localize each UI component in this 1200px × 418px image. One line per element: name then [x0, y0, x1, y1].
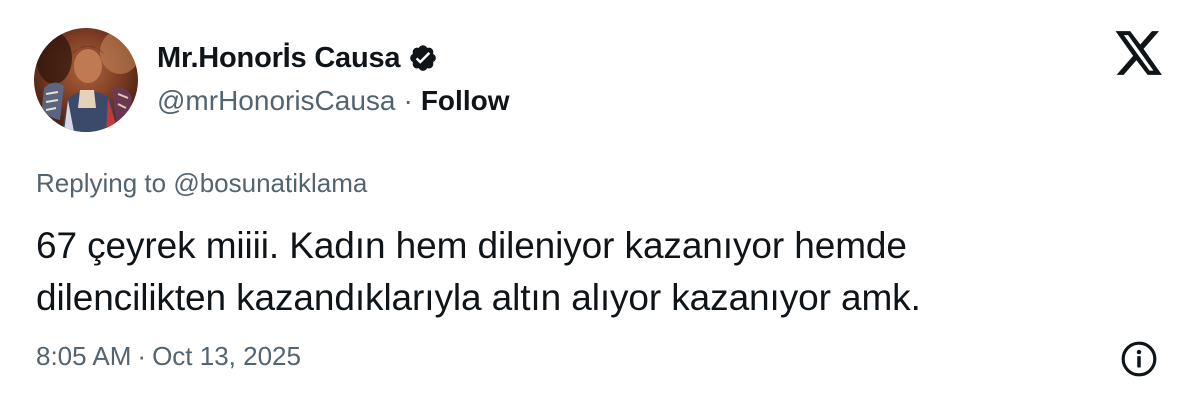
handle-separator: ·: [403, 85, 413, 116]
reply-target-link[interactable]: @bosunatiklama: [173, 168, 367, 198]
handle[interactable]: @mrHonorisCausa: [157, 85, 396, 117]
display-name-row: Mr.Honorİs Causa: [157, 38, 438, 78]
tweet-text-line: dilencilikten kazandıklarıyla altın alıy…: [36, 277, 921, 318]
info-icon[interactable]: [1120, 340, 1158, 378]
tweet-text: 67 çeyrek miiii. Kadın hem dileniyor kaz…: [36, 220, 1156, 324]
display-name[interactable]: Mr.Honorİs Causa: [157, 42, 401, 75]
follow-button[interactable]: Follow: [421, 85, 510, 117]
avatar[interactable]: [34, 28, 138, 132]
timestamp: 8:05 AM · Oct 13, 2025: [36, 341, 301, 372]
verified-badge-icon: [408, 43, 438, 73]
timestamp-separator: ·: [137, 341, 147, 371]
timestamp-date[interactable]: Oct 13, 2025: [152, 341, 301, 372]
replying-to: Replying to @bosunatiklama: [36, 168, 367, 199]
tweet-card: Mr.Honorİs Causa @mrHonorisCausa · Follo…: [0, 0, 1200, 418]
x-logo-icon[interactable]: [1114, 30, 1164, 76]
avatar-image: [34, 28, 138, 132]
timestamp-time[interactable]: 8:05 AM: [36, 341, 131, 372]
replying-prefix: Replying to: [36, 168, 167, 198]
tweet-text-line: 67 çeyrek miiii. Kadın hem dileniyor kaz…: [36, 225, 907, 266]
handle-row: @mrHonorisCausa · Follow: [157, 82, 509, 120]
